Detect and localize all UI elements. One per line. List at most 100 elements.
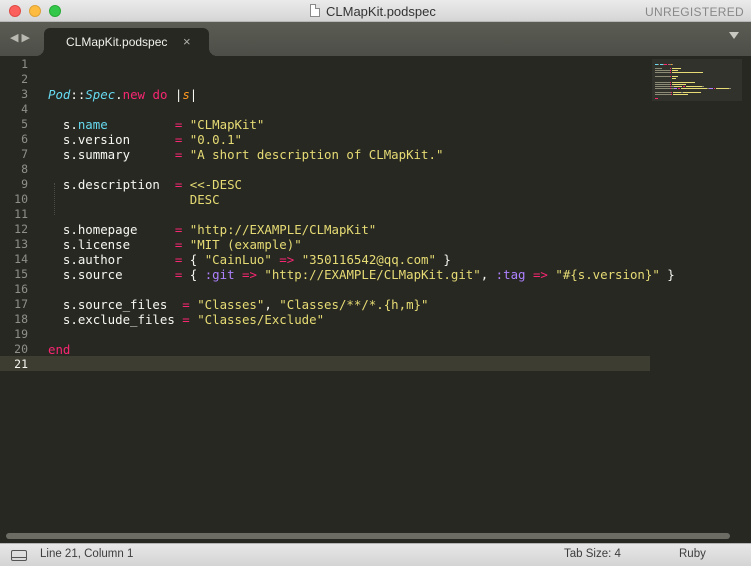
- code-token: =>: [242, 267, 257, 282]
- syntax-selector[interactable]: Ruby: [679, 548, 706, 560]
- panel-toggle-icon[interactable]: [11, 550, 27, 561]
- minimap-stroke: [672, 70, 679, 71]
- code-token: }: [435, 252, 451, 267]
- line-number: 5: [21, 117, 28, 131]
- tab-label: CLMapKit.podspec: [66, 35, 168, 49]
- minimap-stroke: [672, 82, 695, 83]
- line-number: 2: [21, 72, 28, 86]
- minimap-stroke: [685, 86, 702, 87]
- line-number: 15: [14, 267, 28, 281]
- code-line[interactable]: s.name = "CLMapKit": [48, 117, 264, 132]
- code-token: :git: [204, 267, 235, 282]
- line-number: 7: [21, 147, 28, 161]
- minimap-stroke: [655, 88, 671, 89]
- cursor-position: Line 21, Column 1: [40, 548, 134, 560]
- code-token: :tag: [495, 267, 526, 282]
- code-token: "A short description of CLMapKit.": [189, 147, 444, 162]
- tab-clmapkit-podspec[interactable]: CLMapKit.podspec ×: [36, 28, 217, 56]
- code-line[interactable]: DESC: [48, 192, 220, 207]
- code-token: ,: [480, 267, 496, 282]
- minimap-stroke: [672, 76, 679, 77]
- code-line[interactable]: s.exclude_files = "Classes/Exclude": [48, 312, 324, 327]
- minimap-stroke: [701, 86, 704, 87]
- code-token: DESC: [189, 192, 220, 207]
- code-token: "http://EXAMPLE/CLMapKit": [189, 222, 377, 237]
- code-token: <<-DESC: [189, 177, 242, 192]
- code-token: do: [152, 87, 168, 102]
- minimap-stroke: [728, 88, 731, 89]
- minimap-stroke: [655, 76, 671, 77]
- code-token: ::: [70, 87, 86, 102]
- current-line-highlight: [0, 356, 650, 371]
- line-number: 9: [21, 177, 28, 191]
- line-number: 4: [21, 102, 28, 116]
- code-token: s.exclude_files: [48, 312, 183, 327]
- code-token: "Classes/**/*.{h,m}": [279, 297, 429, 312]
- line-number: 6: [21, 132, 28, 146]
- minimap-stroke: [664, 64, 667, 65]
- code-line[interactable]: s.version = "0.0.1": [48, 132, 242, 147]
- code-line[interactable]: end: [48, 342, 70, 357]
- minimap-stroke: [713, 88, 716, 89]
- minimap-stroke: [678, 88, 681, 89]
- code-token: Spec: [85, 87, 116, 102]
- minimap-stroke: [673, 86, 682, 87]
- minimap-stroke: [682, 92, 701, 93]
- line-number: 1: [21, 57, 28, 71]
- code-line[interactable]: Pod::Spec.new do |s|: [48, 87, 197, 102]
- minimap-stroke: [672, 64, 674, 65]
- minimap-stroke: [716, 88, 729, 89]
- code-line[interactable]: s.homepage = "http://EXAMPLE/CLMapKit": [48, 222, 376, 237]
- code-token: =: [182, 312, 190, 327]
- minimap[interactable]: [652, 59, 742, 101]
- line-number-gutter: 1 2 3 4 5 6 7 8 9 10 11 12 13 14 15 16 17 18 19 20 21: [0, 56, 34, 530]
- code-line[interactable]: s.source_files = "Classes", "Classes/**/…: [48, 297, 429, 312]
- code-token: ,: [264, 297, 280, 312]
- line-number: 17: [14, 297, 28, 311]
- code-line[interactable]: s.author = { "CainLuo" => "350116542@qq.…: [48, 252, 451, 267]
- code-token: |: [167, 87, 183, 102]
- line-number: 21: [14, 357, 28, 371]
- tab-close-icon[interactable]: ×: [183, 34, 191, 49]
- minimap-stroke: [655, 82, 671, 83]
- line-number: 10: [14, 192, 28, 206]
- code-editor[interactable]: 1 2 3 4 5 6 7 8 9 10 11 12 13 14 15 16 17 18 19 20 21 Pod::S…: [0, 56, 751, 530]
- minimap-stroke: [655, 70, 671, 71]
- code-token: "350116542@qq.com": [301, 252, 436, 267]
- line-number: 11: [14, 207, 28, 221]
- code-token: =>: [279, 252, 295, 267]
- forward-arrow-icon[interactable]: ▶: [21, 32, 32, 44]
- code-line[interactable]: s.summary = "A short description of CLMa…: [48, 147, 444, 162]
- line-number: 13: [14, 237, 28, 251]
- code-token: new: [122, 87, 146, 102]
- horizontal-scrollbar[interactable]: [6, 533, 730, 539]
- code-token: .: [115, 87, 123, 102]
- back-arrow-icon[interactable]: ◀: [10, 32, 21, 44]
- window-minimize-button[interactable]: [29, 5, 41, 17]
- tab-dropdown-icon[interactable]: [729, 32, 739, 39]
- line-number: 12: [14, 222, 28, 236]
- code-token: s.: [48, 117, 78, 132]
- window-close-button[interactable]: [9, 5, 21, 17]
- tab-bar: ◀▶ CLMapKit.podspec ×: [0, 22, 751, 56]
- line-number: 16: [14, 282, 28, 296]
- minimap-stroke: [681, 88, 708, 89]
- code-token: s.homepage: [48, 222, 175, 237]
- code-line[interactable]: s.license = "MIT (example)": [48, 237, 302, 252]
- code-token: {: [182, 267, 205, 282]
- window-zoom-button[interactable]: [49, 5, 61, 17]
- code-line[interactable]: s.description = <<-DESC: [48, 177, 242, 192]
- code-token: s.description: [48, 177, 175, 192]
- tab-size-selector[interactable]: Tab Size: 4: [564, 548, 621, 560]
- code-token: s.source_files: [48, 297, 183, 312]
- code-token: "CLMapKit": [189, 117, 265, 132]
- minimap-stroke: [673, 92, 682, 93]
- code-line[interactable]: s.source = { :git => "http://EXAMPLE/CLM…: [48, 267, 675, 282]
- code-token: {: [182, 252, 205, 267]
